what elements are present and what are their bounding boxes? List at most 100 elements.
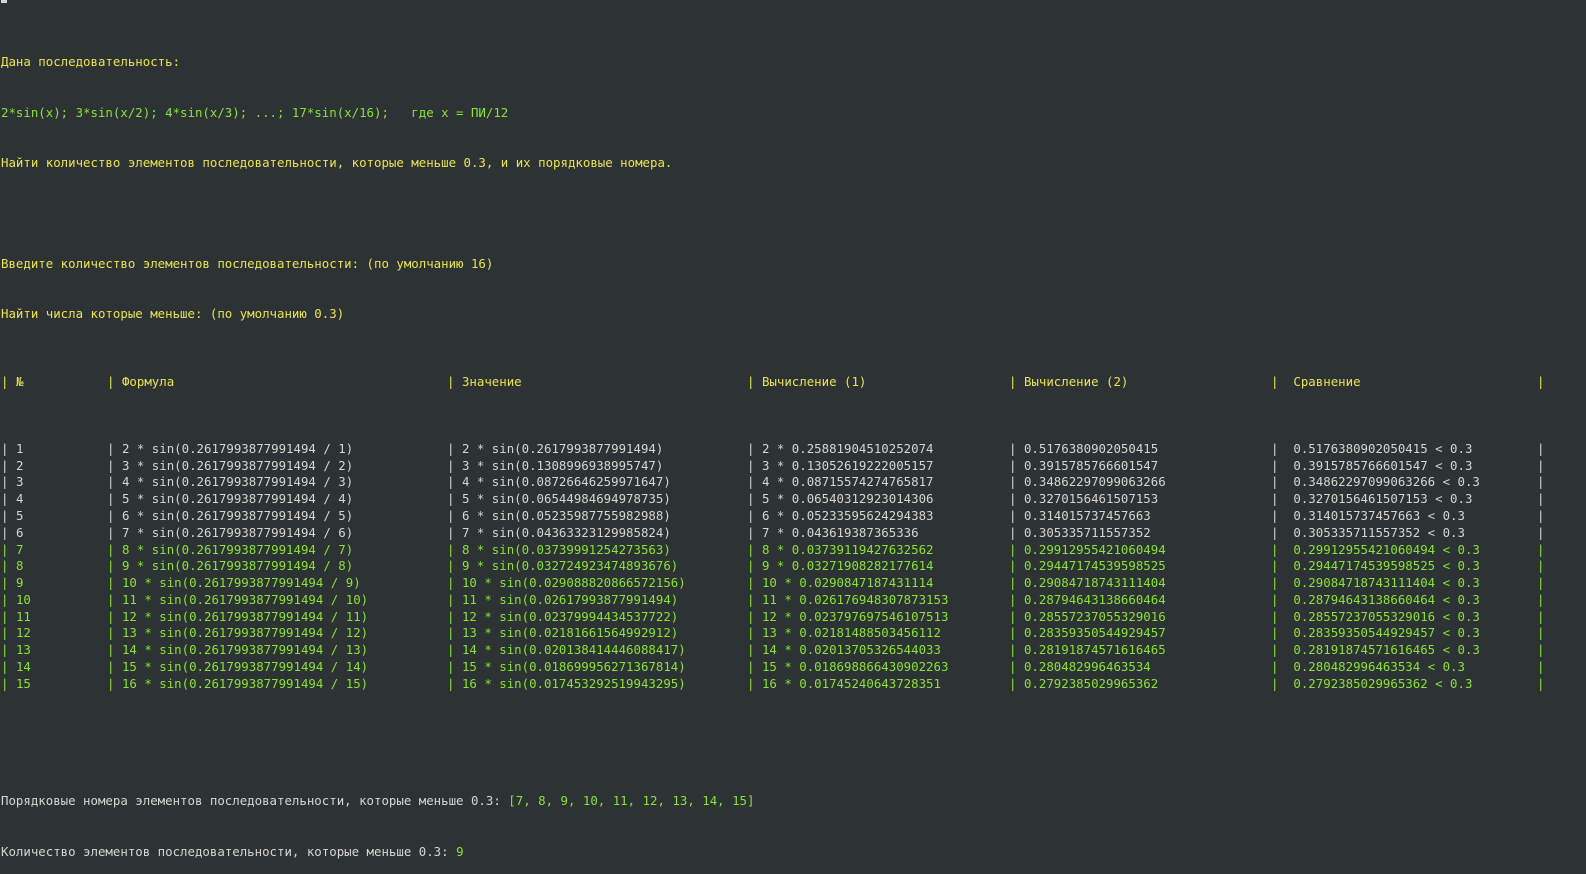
column-separator: |: [447, 558, 455, 574]
column-separator: |: [1271, 575, 1279, 591]
cell-end: |: [1537, 440, 1545, 456]
column-separator: |: [107, 575, 115, 591]
cell-value-text: 13 * sin(0.02181661564992912): [461, 625, 679, 641]
result-count-label: Количество элементов последовательности,…: [1, 843, 457, 859]
cell-value: | 5 * sin(0.06544984694978735): [447, 491, 671, 508]
table-row: | 7 | 8 * sin(0.2617993877991494 / 7) | 8 …: [1, 542, 1586, 559]
cell-value: | 3 * sin(0.1308996938995747): [447, 458, 663, 475]
cell-calc1-text: 16 * 0.01745240643728351: [761, 675, 941, 691]
table-row: | 12 | 13 * sin(0.2617993877991494 / 12) |…: [1, 625, 1586, 642]
cell-value-text: 15 * sin(0.018699956271367814): [461, 659, 686, 675]
cell-number-text: 10: [15, 591, 31, 607]
cell-calc1: | 5 * 0.06540312923014306: [747, 491, 934, 508]
cell-number: | 13: [1, 642, 31, 659]
cell-end: |: [1537, 491, 1545, 507]
cell-formula: | 3 * sin(0.2617993877991494 / 2): [107, 458, 353, 475]
cell-formula-text: 5 * sin(0.2617993877991494 / 4): [121, 491, 354, 507]
result-count-line: Количество элементов последовательности,…: [1, 844, 1586, 861]
cell-compare-text: 0.305335711557352 < 0.3: [1293, 524, 1465, 540]
column-separator: |: [1271, 642, 1279, 658]
cell-end: |: [1537, 457, 1545, 473]
column-separator: |: [1009, 491, 1017, 507]
cell-calc2-text: 0.28557237055329016: [1023, 608, 1166, 624]
column-separator: |: [447, 659, 455, 675]
column-separator: |: [747, 507, 755, 523]
column-separator: |: [1, 541, 9, 557]
cell-compare-text: 0.28794643138660464 < 0.3: [1293, 591, 1480, 607]
table-row: | 3 | 4 * sin(0.2617993877991494 / 3) | 4 …: [1, 474, 1586, 491]
cell-formula-text: 9 * sin(0.2617993877991494 / 8): [121, 558, 354, 574]
cell-calc1-text: 12 * 0.023797697546107513: [761, 608, 949, 624]
cell-calc2-text: 0.2792385029965362: [1023, 675, 1159, 691]
cell-compare-text: 0.29084718743111404 < 0.3: [1293, 575, 1480, 591]
column-separator: |: [1271, 457, 1279, 473]
cell-number: | 3: [1, 474, 23, 491]
cell-calc2: | 0.2792385029965362: [1009, 676, 1158, 693]
cell-formula: | 13 * sin(0.2617993877991494 / 12): [107, 625, 368, 642]
table-row: | 14 | 15 * sin(0.2617993877991494 / 14) |…: [1, 659, 1586, 676]
cell-value-text: 10 * sin(0.029088820866572156): [461, 575, 686, 591]
cell-number: | 6: [1, 525, 23, 542]
cell-compare-text: 0.5176380902050415 < 0.3: [1293, 440, 1473, 456]
column-separator: |: [447, 524, 455, 540]
cell-compare-text: 0.2792385029965362 < 0.3: [1293, 675, 1473, 691]
cell-number-text: 2: [15, 457, 24, 473]
column-separator: |: [747, 675, 755, 691]
cell-calc1-text: 4 * 0.08715574274765817: [761, 474, 934, 490]
cell-value-text: 12 * sin(0.02379994434537722): [461, 608, 679, 624]
column-separator: |: [447, 507, 455, 523]
cell-number-text: 13: [15, 642, 31, 658]
cell-compare: | 0.2792385029965362 < 0.3: [1271, 676, 1472, 693]
cell-formula: | 6 * sin(0.2617993877991494 / 5): [107, 508, 353, 525]
column-separator: |: [1, 608, 9, 624]
cell-number: | 11: [1, 609, 31, 626]
cell-value: | 7 * sin(0.04363323129985824): [447, 525, 671, 542]
cell-calc2-text: 0.280482996463534: [1023, 659, 1151, 675]
column-separator: |: [447, 591, 455, 607]
cell-value: | 15 * sin(0.018699956271367814): [447, 659, 686, 676]
table-body: | 1 | 2 * sin(0.2617993877991494 / 1) | 2 …: [1, 441, 1586, 693]
cell-calc2: | 0.34862297099063266: [1009, 474, 1166, 491]
cell-number: | 12: [1, 625, 31, 642]
cell-calc2-text: 0.28359350544929457: [1023, 625, 1166, 641]
column-separator: |: [1271, 491, 1279, 507]
cell-formula-text: 2 * sin(0.2617993877991494 / 1): [121, 440, 354, 456]
cell-compare-text: 0.28557237055329016 < 0.3: [1293, 608, 1480, 624]
cell-value-text: 6 * sin(0.05235987755982988): [461, 507, 671, 523]
table-row: | 10 | 11 * sin(0.2617993877991494 / 10) |…: [1, 592, 1586, 609]
column-separator: |: [447, 440, 455, 456]
column-separator: |: [1271, 541, 1279, 557]
cell-calc2-text: 0.28191874571616465: [1023, 642, 1166, 658]
cell-calc2-text: 0.3270156461507153: [1023, 491, 1159, 507]
cell-formula-text: 4 * sin(0.2617993877991494 / 3): [121, 474, 354, 490]
cell-calc1-text: 2 * 0.25881904510252074: [761, 440, 934, 456]
cell-calc2-text: 0.34862297099063266: [1023, 474, 1166, 490]
table-row: | 2 | 3 * sin(0.2617993877991494 / 2) | 3 …: [1, 458, 1586, 475]
column-separator: |: [1271, 659, 1279, 675]
column-separator: |: [747, 491, 755, 507]
cell-formula: | 5 * sin(0.2617993877991494 / 4): [107, 491, 353, 508]
cell-value-text: 16 * sin(0.017453292519943295): [461, 675, 686, 691]
cell-calc2: | 0.280482996463534: [1009, 659, 1151, 676]
cell-end: |: [1537, 675, 1545, 691]
cell-calc2-text: 0.28794643138660464: [1023, 591, 1166, 607]
cell-calc1-text: 9 * 0.03271908282177614: [761, 558, 934, 574]
cell-compare-text: 0.3270156461507153 < 0.3: [1293, 491, 1473, 507]
cell-compare: | 0.280482996463534 < 0.3: [1271, 659, 1465, 676]
cell-formula-text: 10 * sin(0.2617993877991494 / 9): [121, 575, 361, 591]
column-separator: |: [447, 608, 455, 624]
cell-calc2: | 0.305335711557352: [1009, 525, 1151, 542]
cell-end: |: [1537, 507, 1545, 523]
column-separator: |: [107, 608, 115, 624]
cell-value: | 13 * sin(0.02181661564992912): [447, 625, 678, 642]
column-separator: |: [107, 642, 115, 658]
cell-formula: | 11 * sin(0.2617993877991494 / 10): [107, 592, 368, 609]
cell-number-text: 3: [15, 474, 24, 490]
cell-formula-text: 15 * sin(0.2617993877991494 / 14): [121, 659, 369, 675]
table-row: | 4 | 5 * sin(0.2617993877991494 / 4) | 5 …: [1, 491, 1586, 508]
cell-calc1: | 12 * 0.023797697546107513: [747, 609, 948, 626]
column-separator: |: [1, 591, 9, 607]
cell-compare: | 0.314015737457663 < 0.3: [1271, 508, 1465, 525]
cell-compare-text: 0.29912955421060494 < 0.3: [1293, 541, 1480, 557]
cell-formula: | 9 * sin(0.2617993877991494 / 8): [107, 558, 353, 575]
